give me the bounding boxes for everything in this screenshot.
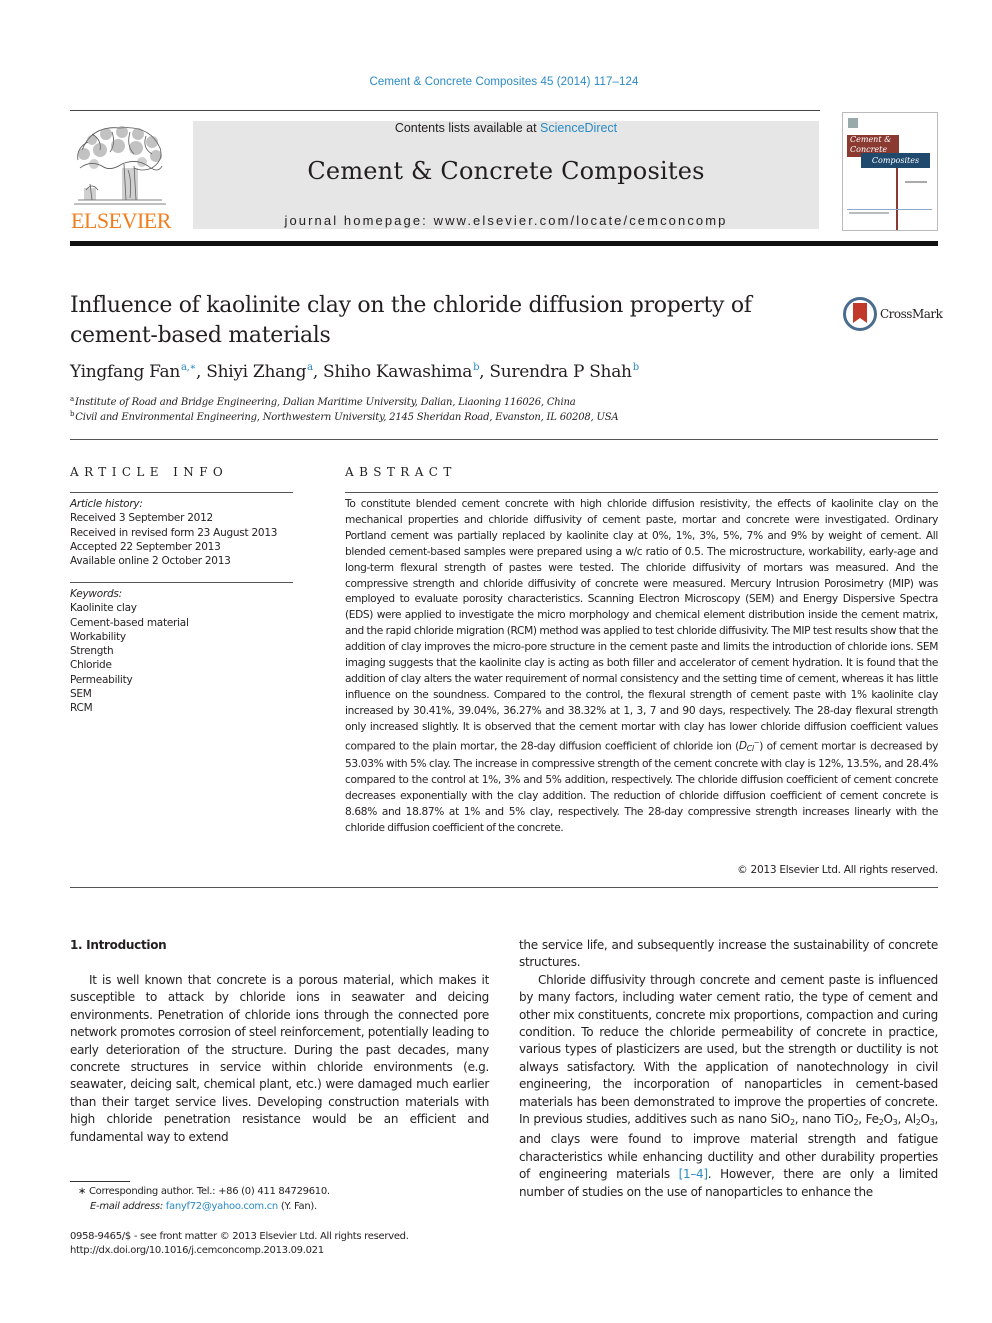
body-column-right: the service life, and subsequently incre… xyxy=(519,937,938,1201)
author-name[interactable]: Shiyi Zhang xyxy=(206,362,306,382)
email-link[interactable]: fanyf72@yahoo.com.cn xyxy=(166,1201,278,1212)
keyword-item: RCM xyxy=(70,702,93,715)
crossmark-button[interactable]: CrossMark xyxy=(843,297,943,333)
history-item: Available online 2 October 2013 xyxy=(70,555,231,568)
abstract-copyright: © 2013 Elsevier Ltd. All rights reserved… xyxy=(737,864,938,876)
affiliation-label: a xyxy=(70,395,74,403)
contents-availability: Contents lists available at ScienceDirec… xyxy=(193,121,819,135)
paragraph: It is well known that concrete is a poro… xyxy=(70,973,489,1144)
issn-line: 0958-9465/$ - see front matter © 2013 El… xyxy=(70,1231,409,1242)
cover-decoration xyxy=(847,209,932,210)
article-info-heading: ARTICLE INFO xyxy=(70,465,229,479)
cover-decoration xyxy=(896,168,898,230)
author-separator: , xyxy=(312,362,324,382)
journal-citation-link[interactable]: Cement & Concrete Composites 45 (2014) 1… xyxy=(0,76,992,88)
doi-link[interactable]: http://dx.doi.org/10.1016/j.cemconcomp.2… xyxy=(70,1245,324,1256)
section-heading-introduction: 1. Introduction xyxy=(70,938,167,952)
journal-homepage[interactable]: journal homepage: www.elsevier.com/locat… xyxy=(193,213,819,228)
author-list: Yingfang Fana,∗, Shiyi Zhanga, Shiho Kaw… xyxy=(70,362,639,382)
author-name[interactable]: Shiho Kawashima xyxy=(323,362,472,382)
sciencedirect-link[interactable]: ScienceDirect xyxy=(540,121,617,135)
email-label: E-mail address: xyxy=(90,1201,166,1212)
journal-title: Cement & Concrete Composites xyxy=(307,157,705,185)
abstract-divider xyxy=(345,492,938,493)
keyword-item: SEM xyxy=(70,688,92,701)
affiliation-text: Institute of Road and Bridge Engineering… xyxy=(74,397,576,408)
keyword-item: Strength xyxy=(70,645,114,658)
math-symbol: DCl− xyxy=(738,738,760,754)
footnote-divider xyxy=(70,1181,130,1182)
keyword-item: Chloride xyxy=(70,659,112,672)
elsevier-logo[interactable]: ELSEVIER xyxy=(70,116,172,233)
top-divider xyxy=(70,110,820,111)
author-affiliation-marker[interactable]: b xyxy=(633,362,639,373)
abstract-end-divider xyxy=(70,887,938,888)
contents-prefix: Contents lists available at xyxy=(394,121,541,135)
paragraph: Chloride diffusivity through concrete an… xyxy=(519,972,938,1199)
affiliation-a: aInstitute of Road and Bridge Engineerin… xyxy=(70,395,576,408)
keyword-item: Permeability xyxy=(70,673,133,686)
affiliation-text: Civil and Environmental Engineering, Nor… xyxy=(75,412,619,423)
cover-decoration xyxy=(905,181,927,183)
keyword-item: Kaolinite clay xyxy=(70,602,137,615)
article-title: Influence of kaolinite clay on the chlor… xyxy=(70,293,752,348)
publisher-name: ELSEVIER xyxy=(71,208,171,233)
author-name[interactable]: Surendra P Shah xyxy=(489,362,632,382)
email-note: E-mail address: fanyf72@yahoo.com.cn (Y.… xyxy=(90,1201,317,1212)
journal-cover-thumbnail[interactable]: Cement & Concrete Composites xyxy=(842,112,938,231)
abstract-text-part: of cement mortar is decreased by 53.03% … xyxy=(345,740,938,834)
keyword-item: Workability xyxy=(70,630,126,643)
corresponding-author-note: ∗ Corresponding author. Tel.: +86 (0) 41… xyxy=(78,1186,330,1197)
keywords-divider xyxy=(70,582,293,583)
abstract-heading: ABSTRACT xyxy=(345,465,457,479)
history-item: Received 3 September 2012 xyxy=(70,512,213,525)
article-info-divider xyxy=(70,492,293,493)
author-affiliation-marker[interactable]: a,∗ xyxy=(181,362,196,373)
history-item: Accepted 22 September 2013 xyxy=(70,540,221,553)
cover-logo-icon xyxy=(848,118,858,128)
author-separator: , xyxy=(196,362,207,382)
author-separator: , xyxy=(479,362,490,382)
author-name[interactable]: Yingfang Fan xyxy=(70,362,180,382)
abstract-text-part: To constitute blended cement concrete wi… xyxy=(345,498,938,753)
crossmark-icon xyxy=(843,297,877,331)
cover-subtitle-band: Composites xyxy=(861,153,930,168)
abstract-text: To constitute blended cement concrete wi… xyxy=(345,498,938,834)
body-column-left: It is well known that concrete is a poro… xyxy=(70,972,489,1146)
article-history: Article history: Received 3 September 20… xyxy=(70,497,300,568)
citation-link[interactable]: [1–4] xyxy=(679,1167,708,1181)
article-history-label: Article history: xyxy=(70,498,143,510)
keywords-label: Keywords: xyxy=(70,588,122,600)
keyword-item: Cement-based material xyxy=(70,616,189,629)
cover-decoration xyxy=(849,212,889,214)
elsevier-tree-icon xyxy=(74,126,166,205)
journal-header-band: Contents lists available at ScienceDirec… xyxy=(193,121,819,229)
front-matter-divider xyxy=(70,439,938,440)
affiliation-b: bCivil and Environmental Engineering, No… xyxy=(70,410,619,423)
email-suffix: (Y. Fan). xyxy=(277,1201,317,1212)
history-item: Received in revised form 23 August 2013 xyxy=(70,526,278,539)
affiliation-label: b xyxy=(70,410,75,418)
crossmark-label: CrossMark xyxy=(880,307,943,321)
header-thick-divider xyxy=(70,241,938,246)
keywords-list: Keywords: Kaolinite clay Cement-based ma… xyxy=(70,587,300,716)
paragraph: the service life, and subsequently incre… xyxy=(519,938,938,970)
